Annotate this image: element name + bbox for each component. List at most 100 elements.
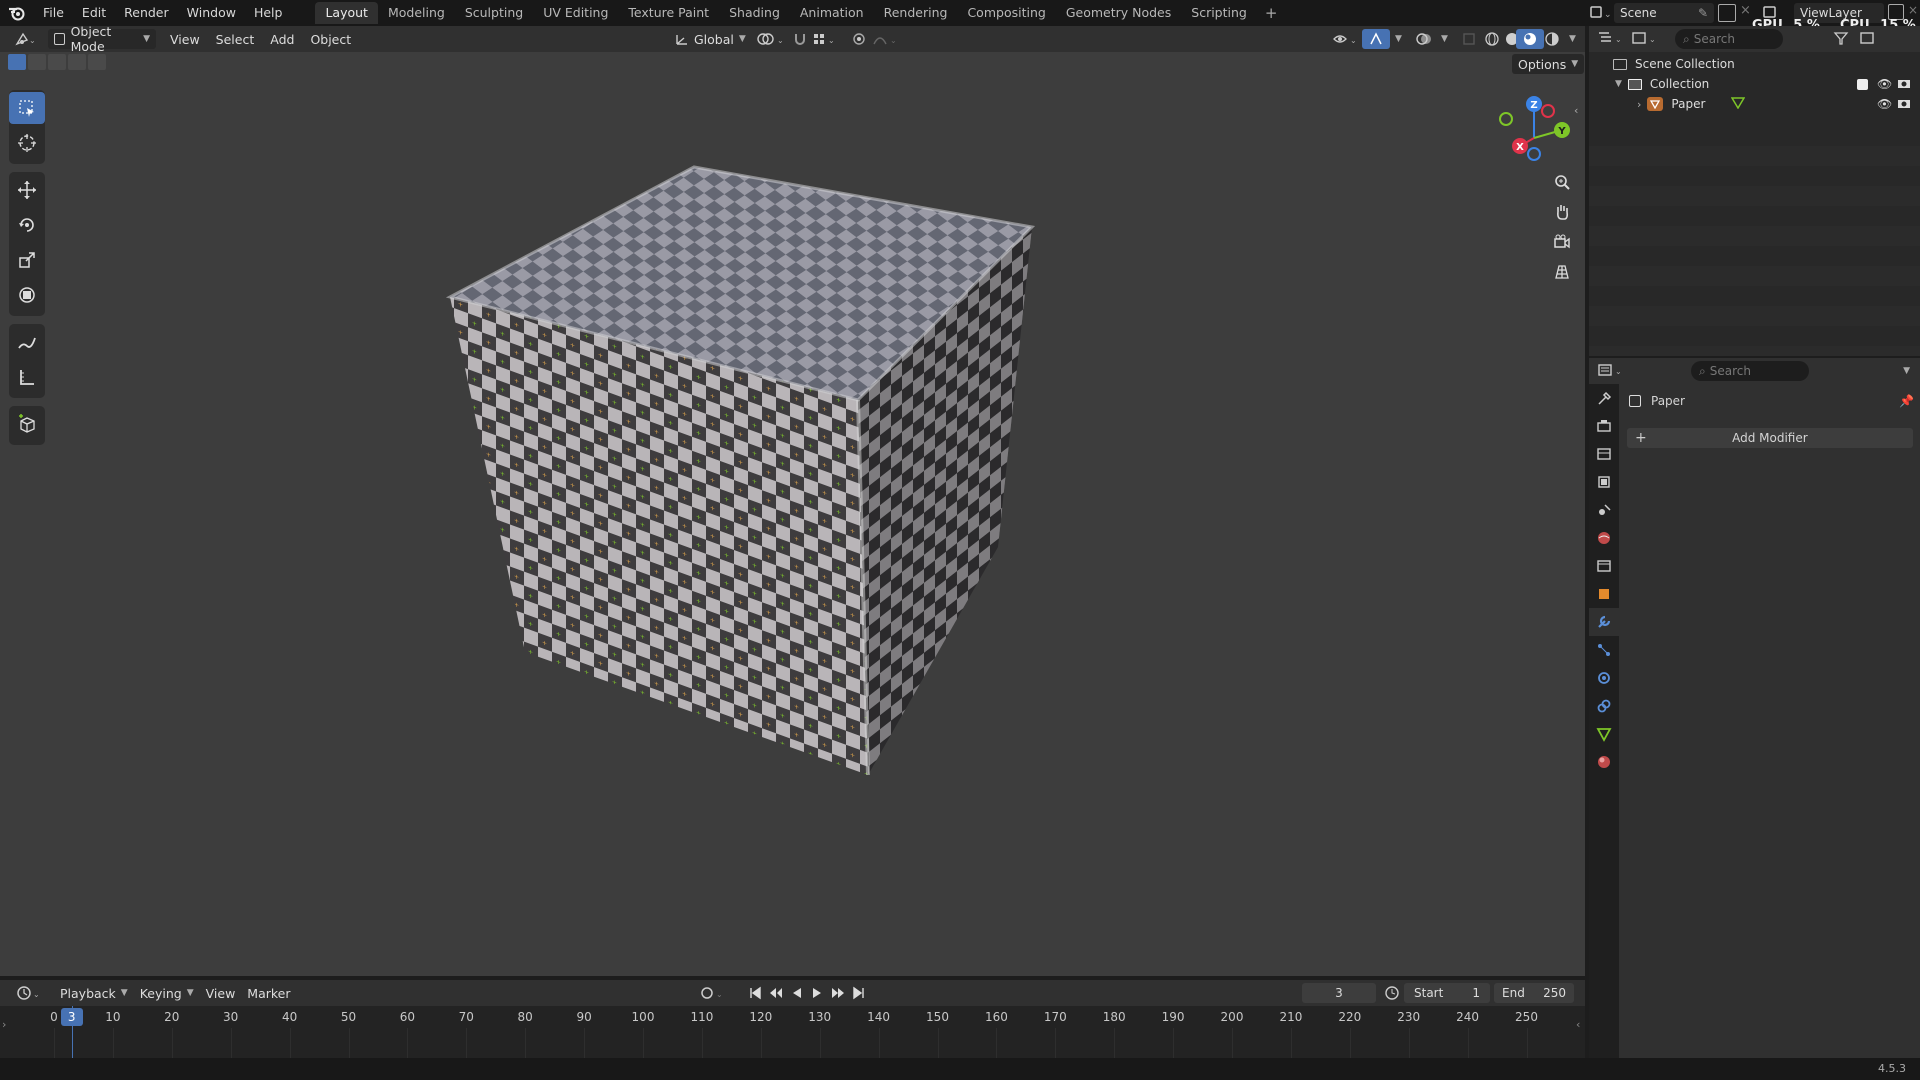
scene-selector-icon[interactable]: ⌄ <box>1588 4 1614 22</box>
select-new-icon[interactable] <box>8 54 26 70</box>
editor-type-icon[interactable]: ⌄ <box>8 29 42 49</box>
jump-end-icon[interactable] <box>852 985 866 1001</box>
outliner-editor-type-icon[interactable]: ⌄ <box>1597 30 1627 49</box>
preview-range-icon[interactable] <box>1384 985 1400 1004</box>
menu-playback[interactable]: Playback ▼ <box>54 983 134 1003</box>
gizmo-neg-y[interactable] <box>1499 112 1513 126</box>
visibility-eye-icon[interactable]: 👁 <box>1877 97 1892 111</box>
properties-search-input[interactable]: ⌕ Search <box>1691 361 1809 381</box>
sidebar-toggle-icon[interactable]: ‹ <box>1574 104 1578 117</box>
outliner-row-paper[interactable]: › Paper 👁 <box>1589 94 1920 114</box>
outliner-row-collection[interactable]: ▼ Collection 👁 <box>1589 74 1920 94</box>
menu-add[interactable]: Add <box>264 29 300 49</box>
menu-object[interactable]: Object <box>304 29 357 49</box>
tab-shading[interactable]: Shading <box>719 2 790 24</box>
falloff-icon[interactable]: ⌄ <box>866 29 906 49</box>
expand-chevron-icon[interactable]: ▼ <box>1615 79 1622 89</box>
add-workspace-button[interactable]: + <box>1257 4 1286 22</box>
render-camera-icon[interactable] <box>1897 77 1911 92</box>
menu-view[interactable]: View <box>164 29 206 49</box>
blender-logo-icon[interactable] <box>0 0 34 26</box>
outliner-search-input[interactable]: ⌕ Search <box>1675 29 1783 49</box>
output-tab-icon[interactable] <box>1589 440 1619 468</box>
visibility-eye-icon[interactable]: 👁 <box>1877 77 1892 91</box>
select-extend-icon[interactable] <box>28 54 46 70</box>
close-scene-icon[interactable]: × <box>1740 3 1751 18</box>
timeline-editor-type-icon[interactable]: ⌄ <box>10 983 48 1003</box>
tab-modeling[interactable]: Modeling <box>378 2 455 24</box>
properties-editor-type-icon[interactable]: ⌄ <box>1597 362 1627 381</box>
prev-keyframe-icon[interactable] <box>768 985 784 1001</box>
gizmo-options-icon[interactable]: ▼ <box>1384 29 1408 49</box>
snap-target-icon[interactable]: ⌄ <box>806 29 844 49</box>
tab-layout[interactable]: Layout <box>315 2 378 24</box>
rotate-tool[interactable] <box>9 209 45 241</box>
tab-compositing[interactable]: Compositing <box>957 2 1055 24</box>
perspective-toggle-icon[interactable] <box>1548 258 1576 286</box>
add-cube-tool[interactable] <box>9 408 45 440</box>
select-subtract-icon[interactable] <box>48 54 66 70</box>
render-tab-icon[interactable] <box>1589 412 1619 440</box>
collection-checkbox[interactable] <box>1857 78 1868 90</box>
new-scene-icon[interactable] <box>1718 4 1736 22</box>
scene-name-field[interactable]: Scene ✎ <box>1614 3 1714 23</box>
data-tab-icon[interactable] <box>1589 720 1619 748</box>
tab-uv-editing[interactable]: UV Editing <box>533 2 618 24</box>
physics-tab-icon[interactable] <box>1589 664 1619 692</box>
render-camera-icon[interactable] <box>1897 97 1911 112</box>
tab-rendering[interactable]: Rendering <box>874 2 958 24</box>
next-keyframe-icon[interactable] <box>830 985 846 1001</box>
select-intersect-icon[interactable] <box>88 54 106 70</box>
play-icon[interactable] <box>810 985 824 1001</box>
current-frame-field[interactable]: 3 <box>1302 983 1376 1003</box>
play-reverse-icon[interactable] <box>790 985 804 1001</box>
outliner-row-scene-collection[interactable]: Scene Collection <box>1589 54 1920 74</box>
properties-options-icon[interactable]: ▼ <box>1903 366 1910 376</box>
menu-keying[interactable]: Keying ▼ <box>134 983 200 1003</box>
tab-scripting[interactable]: Scripting <box>1181 2 1257 24</box>
auto-keying-icon[interactable]: ⌄ <box>700 985 726 1004</box>
playhead-marker[interactable]: 3 <box>60 1008 83 1026</box>
display-mode-icon[interactable]: ⌄ <box>1631 30 1665 49</box>
scene-tab-icon[interactable] <box>1589 496 1619 524</box>
menu-help[interactable]: Help <box>245 0 292 26</box>
filter-icon[interactable] <box>1833 30 1855 49</box>
particles-tab-icon[interactable] <box>1589 636 1619 664</box>
tab-sculpting[interactable]: Sculpting <box>455 2 533 24</box>
visibility-selectability-icon[interactable]: ⌄ <box>1326 29 1366 49</box>
checker-cube[interactable]: + + <box>440 107 1040 787</box>
mesh-data-icon[interactable] <box>1731 96 1746 112</box>
scale-tool[interactable] <box>9 244 45 276</box>
pan-hand-icon[interactable] <box>1548 198 1576 226</box>
tab-geometry-nodes[interactable]: Geometry Nodes <box>1056 2 1181 24</box>
shading-options-icon[interactable]: ▼ <box>1558 29 1582 49</box>
end-frame-field[interactable]: End 250 <box>1494 983 1574 1003</box>
material-tab-icon[interactable] <box>1589 748 1619 776</box>
collection-tab-icon[interactable] <box>1589 552 1619 580</box>
jump-start-icon[interactable] <box>748 985 762 1001</box>
modifier-tab-icon[interactable] <box>1589 608 1619 636</box>
mode-dropdown[interactable]: Object Mode ▼ <box>48 24 156 54</box>
gizmo-neg-z[interactable] <box>1527 147 1541 161</box>
menu-render[interactable]: Render <box>115 0 178 26</box>
menu-select[interactable]: Select <box>210 29 261 49</box>
3d-viewport[interactable]: Options ▼ Z Y X ‹ <box>0 52 1585 976</box>
camera-view-icon[interactable] <box>1548 228 1576 256</box>
pin-icon[interactable]: 📌 <box>1899 394 1914 408</box>
world-tab-icon[interactable] <box>1589 524 1619 552</box>
new-collection-icon[interactable] <box>1859 30 1877 49</box>
select-invert-icon[interactable] <box>68 54 86 70</box>
overlays-options-icon[interactable]: ▼ <box>1430 29 1454 49</box>
transform-tool[interactable] <box>9 279 45 311</box>
timeline-ruler[interactable]: 0 10 20 30 40 50 60 70 80 90 100 110 120 130 140 150 160… <box>0 1006 1585 1058</box>
move-tool[interactable] <box>9 174 45 206</box>
object-tab-icon[interactable] <box>1589 580 1619 608</box>
expand-chevron-icon[interactable]: › <box>1637 98 1641 111</box>
menu-window[interactable]: Window <box>178 0 245 26</box>
gizmo-neg-x[interactable] <box>1541 104 1555 118</box>
menu-marker[interactable]: Marker <box>241 983 296 1003</box>
pin-icon[interactable]: ✎ <box>1698 6 1708 20</box>
start-frame-field[interactable]: Start 1 <box>1404 983 1490 1003</box>
tab-texture-paint[interactable]: Texture Paint <box>618 2 719 24</box>
zoom-icon[interactable] <box>1548 168 1576 196</box>
